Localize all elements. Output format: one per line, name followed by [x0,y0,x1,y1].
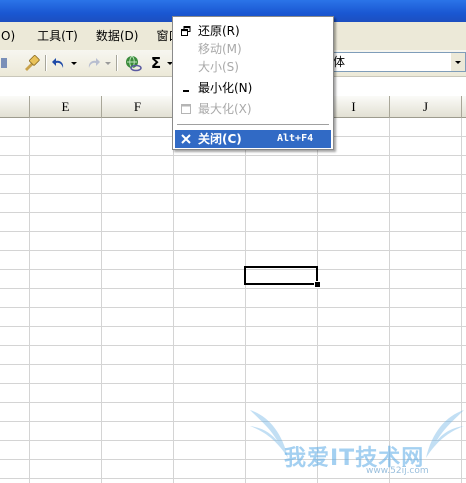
grid-line [0,288,466,289]
menu-item-close[interactable]: 关闭(C) Alt+F4 [175,130,331,148]
grid-line [0,364,466,365]
format-painter-icon[interactable] [20,54,42,72]
menu-item-label: 关闭(C) [198,132,242,146]
menu-item-label: 移动(M) [198,42,242,56]
toolbar-separator [45,55,46,71]
watermark-url: www.52ij.com [366,466,429,476]
grid-line [101,118,102,483]
minimize-icon [179,79,193,97]
menu-item-shortcut: Alt+F4 [277,133,314,144]
menu-separator [177,124,329,125]
column-header-f[interactable]: F [102,96,174,118]
hyperlink-icon[interactable] [122,54,144,72]
close-icon [179,130,193,148]
menu-item-size[interactable]: 大小(S) [175,58,331,76]
grid-line [0,193,466,194]
toolbar-separator [116,55,117,71]
font-name-box[interactable]: 体 [328,52,466,72]
grid-line [0,250,466,251]
system-menu: 还原(R) 移动(M) 大小(S) 最小化(N) 最大化(X) 关闭(C) Al… [172,16,334,150]
font-name-value: 体 [333,55,346,69]
column-header-partial[interactable] [0,96,30,118]
fill-handle[interactable] [314,281,321,288]
toolbar-partial-icon[interactable] [0,54,10,72]
menu-item-partial[interactable]: O) [0,25,20,47]
column-header-j[interactable]: J [390,96,462,118]
grid-line [0,326,466,327]
active-cell[interactable] [244,266,318,285]
grid-line [245,118,246,483]
menu-item-tools[interactable]: 工具(T) [32,25,83,47]
column-header-e[interactable]: E [30,96,102,118]
font-dropdown-icon[interactable] [451,53,465,71]
grid-line [0,345,466,346]
grid-line [0,155,466,156]
autosum-icon[interactable]: Σ [148,54,164,72]
grid-line [173,118,174,483]
menu-item-maximize[interactable]: 最大化(X) [175,100,331,118]
grid-line [0,307,466,308]
menu-item-label: 最大化(X) [198,102,252,116]
grid-line [0,383,466,384]
undo-icon[interactable] [50,54,68,72]
menu-item-minimize[interactable]: 最小化(N) [175,79,331,97]
grid-line [0,231,466,232]
menu-item-label: 还原(R) [198,24,240,38]
grid-line [29,118,30,483]
redo-icon[interactable] [84,54,102,72]
grid-line [0,174,466,175]
menu-item-restore[interactable]: 还原(R) [175,22,331,40]
menu-item-data[interactable]: 数据(D) [91,25,144,47]
undo-dropdown-icon[interactable] [70,54,78,72]
grid-line [0,212,466,213]
maximize-icon [179,100,193,118]
watermark: 我爱IT技术网 www.52ij.com [248,402,466,483]
grid-line [0,269,466,270]
restore-icon [179,22,193,40]
menu-item-label: 大小(S) [198,60,239,74]
menu-item-move[interactable]: 移动(M) [175,40,331,58]
menu-item-label: 最小化(N) [198,81,253,95]
redo-dropdown-icon[interactable] [104,54,112,72]
